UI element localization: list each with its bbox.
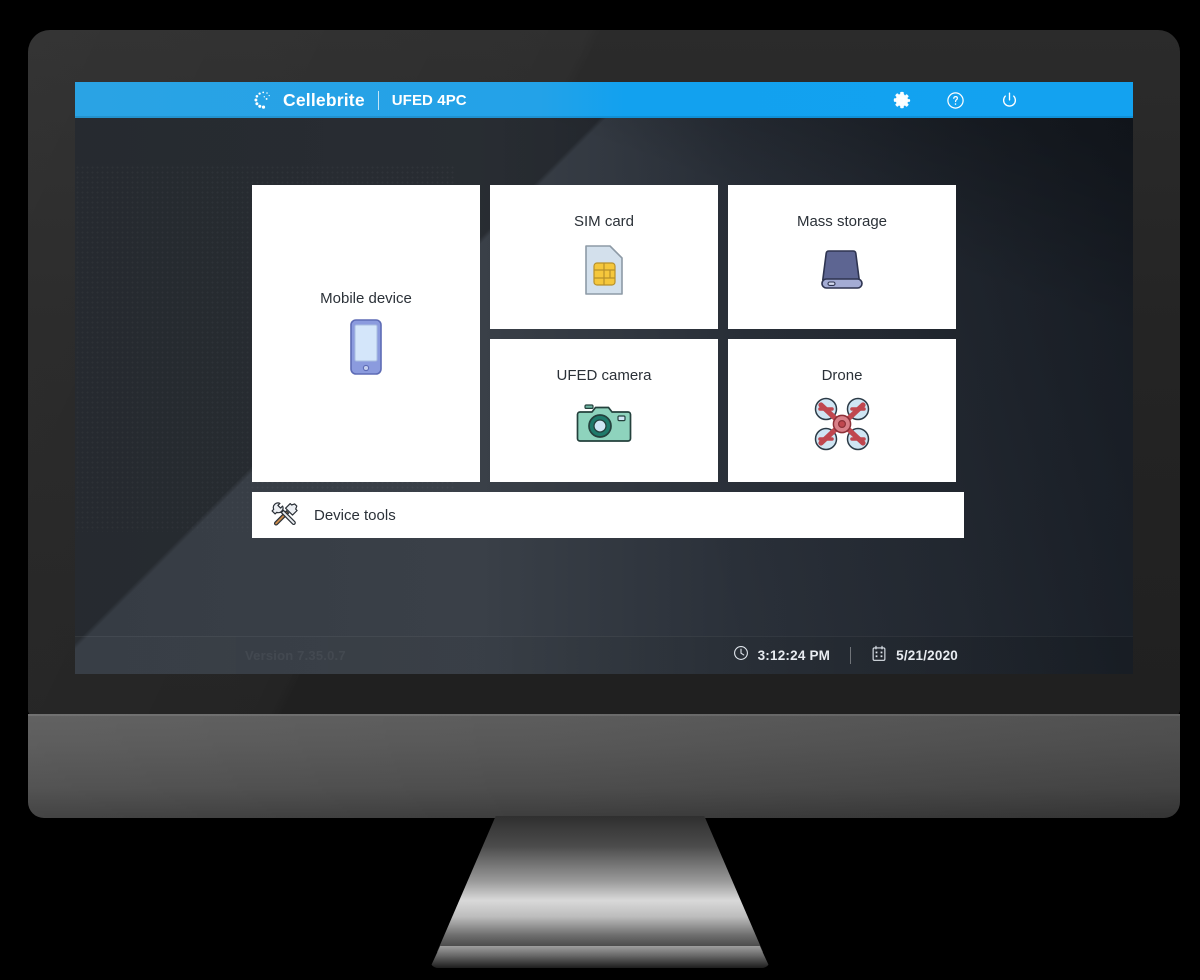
- date-text: 5/21/2020: [896, 648, 958, 663]
- status-time: 3:12:24 PM: [733, 645, 831, 666]
- tile-label: Mobile device: [320, 290, 412, 307]
- tile-mass-storage[interactable]: Mass storage: [728, 185, 956, 329]
- tile-label: UFED camera: [556, 366, 652, 384]
- tile-grid: Mobile device SIM card Mass storage UFED…: [252, 185, 964, 482]
- header-actions: [889, 82, 1021, 118]
- monitor-chin: [28, 714, 1180, 818]
- tile-mobile-device[interactable]: Mobile device: [252, 185, 480, 482]
- product-name: UFED 4PC: [391, 91, 467, 109]
- monitor-screen: Cellebrite UFED 4PC Mobile device SIM ca…: [75, 82, 1133, 674]
- sim-card-icon: [582, 241, 626, 299]
- clock-icon: [733, 645, 749, 666]
- tile-row-top: SIM card Mass storage: [490, 185, 956, 329]
- device-tools-button[interactable]: Device tools: [252, 492, 964, 538]
- hard-drive-icon: [816, 241, 868, 299]
- tile-ufed-camera[interactable]: UFED camera: [490, 338, 718, 482]
- calendar-icon: [871, 645, 887, 667]
- hammer-wrench-icon: [270, 500, 298, 531]
- tile-label: Drone: [821, 366, 863, 384]
- smartphone-icon: [346, 318, 386, 376]
- tile-column-right: SIM card Mass storage UFED camera Drone: [490, 185, 956, 482]
- source-selection-panel: Mobile device SIM card Mass storage UFED…: [252, 185, 964, 538]
- brand-name: Cellebrite: [283, 89, 365, 110]
- gear-icon[interactable]: [889, 88, 913, 112]
- status-bar: Version 7.35.0.7 3:12:24 PM 5/21/2020: [75, 636, 1133, 674]
- status-divider: [850, 647, 852, 664]
- brand-divider: [377, 90, 379, 110]
- question-circle-icon[interactable]: [943, 88, 967, 112]
- monitor-stand-neck: [437, 816, 763, 952]
- tile-sim-card[interactable]: SIM card: [490, 185, 718, 329]
- screenshot-root: Cellebrite UFED 4PC Mobile device SIM ca…: [0, 0, 1200, 980]
- quadcopter-drone-icon: [813, 395, 871, 453]
- monitor-stand-foot: [430, 946, 770, 968]
- app-header-bar: Cellebrite UFED 4PC: [75, 82, 1133, 118]
- tile-row-bottom: UFED camera Drone: [490, 338, 956, 482]
- tile-drone[interactable]: Drone: [728, 338, 956, 482]
- device-tools-label: Device tools: [314, 506, 396, 524]
- cellebrite-dots-logo-icon: [252, 89, 274, 111]
- tile-label: Mass storage: [796, 213, 888, 231]
- time-text: 3:12:24 PM: [757, 648, 831, 663]
- power-icon[interactable]: [997, 88, 1021, 112]
- tile-label: SIM card: [573, 213, 634, 231]
- version-label: Version 7.35.0.7: [245, 648, 346, 663]
- camera-icon: [576, 395, 632, 453]
- status-date: 5/21/2020: [871, 645, 958, 667]
- brand-lockup: Cellebrite UFED 4PC: [252, 82, 467, 118]
